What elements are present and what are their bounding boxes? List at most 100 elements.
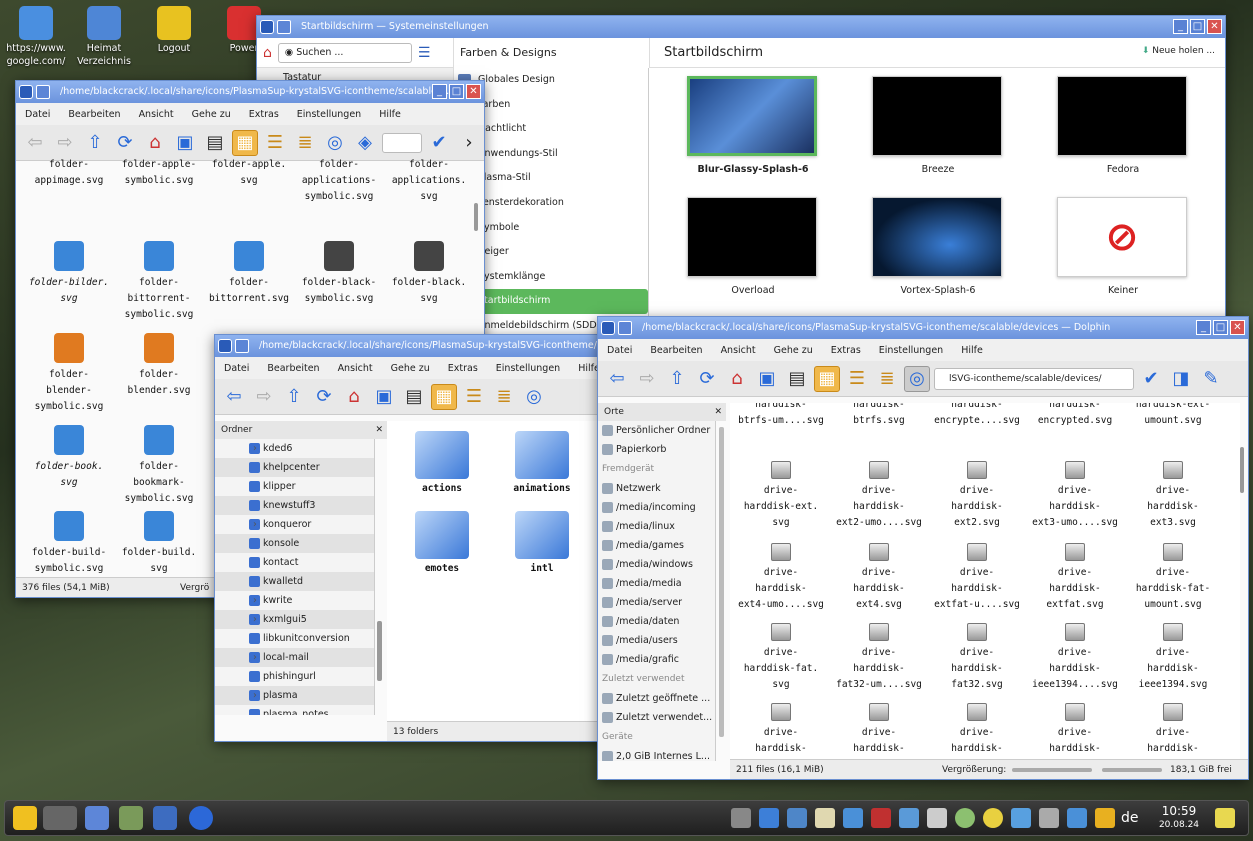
location-dropdown[interactable] <box>382 132 422 153</box>
minimize-button[interactable]: _ <box>1173 19 1188 34</box>
file-item[interactable]: drive- harddisk- ext2-umo....svg <box>834 457 924 531</box>
menu-item[interactable]: Ansicht <box>329 363 382 374</box>
theme-preview[interactable]: Overload <box>687 197 819 296</box>
file-item[interactable]: folder- blender.svg <box>114 333 204 399</box>
split-icon[interactable]: ◈ <box>352 130 378 156</box>
folder-item[interactable]: actions <box>397 431 487 497</box>
menu-item[interactable]: Extras <box>240 109 288 120</box>
usb-icon[interactable] <box>899 808 919 828</box>
settings-titlebar[interactable]: Startbildschirm — Systemeinstellungen _ □… <box>257 16 1225 38</box>
file-item[interactable]: harddisk-ext- umount.svg <box>1128 403 1218 429</box>
no-network-icon[interactable] <box>871 808 891 828</box>
more-icon[interactable]: › <box>456 130 482 156</box>
reload-icon[interactable]: ⟳ <box>311 384 337 410</box>
compact-view-icon[interactable]: ☰ <box>262 130 288 156</box>
details-view-icon[interactable]: ≣ <box>491 384 517 410</box>
check-icon[interactable]: ✔ <box>1138 366 1164 392</box>
file-item[interactable]: drive- harddisk- fat32.svg <box>932 619 1022 693</box>
expand-arrow-icon[interactable]: › <box>253 648 257 667</box>
input-method-icon[interactable] <box>1095 808 1115 828</box>
up-icon[interactable]: ⇧ <box>664 366 690 392</box>
theme-preview[interactable]: Blur-Glassy-Splash-6 <box>687 76 819 175</box>
places-item[interactable]: Zuletzt verwendet... <box>598 708 715 727</box>
back-icon[interactable]: ⇦ <box>22 130 48 156</box>
menu-item[interactable]: Datei <box>16 109 59 120</box>
reload-icon[interactable]: ⟳ <box>694 366 720 392</box>
menu-item[interactable]: Ansicht <box>130 109 183 120</box>
file-item[interactable]: folder-bilder. svg <box>24 241 114 307</box>
file-item[interactable]: folder- bookmark- symbolic.svg <box>114 425 204 507</box>
file-item[interactable]: drive- harddisk- extfat.svg <box>1030 539 1120 613</box>
file-item[interactable]: drive- harddisk- ieee1394.svg <box>1128 619 1218 693</box>
updates-icon[interactable] <box>955 808 975 828</box>
network-share-icon[interactable] <box>787 808 807 828</box>
file-item[interactable]: folder- applications- symbolic.svg <box>294 157 384 205</box>
compact-view-icon[interactable]: ☰ <box>461 384 487 410</box>
tree-scrollbar[interactable] <box>377 621 382 681</box>
menu-item[interactable]: Datei <box>598 345 641 356</box>
up-icon[interactable]: ⇧ <box>281 384 307 410</box>
file-item[interactable]: folder- bittorrent- symbolic.svg <box>114 241 204 323</box>
file-item[interactable]: harddisk- btrfs.svg <box>834 403 924 429</box>
dolphin-task-icon[interactable] <box>153 806 177 830</box>
file-item[interactable]: drive- harddisk- ext3.svg <box>1128 457 1218 531</box>
theme-thumbnail[interactable] <box>872 76 1002 156</box>
home-icon[interactable]: ⌂ <box>142 130 168 156</box>
places-item[interactable]: /media/windows <box>598 555 715 574</box>
check-icon[interactable]: ✔ <box>426 130 452 156</box>
places-item[interactable]: Persönlicher Ordner <box>598 421 715 440</box>
places-scrollbar[interactable] <box>719 427 724 737</box>
file-item[interactable]: drive- harddisk- extfat-u....svg <box>932 539 1022 613</box>
theme-thumbnail[interactable] <box>687 197 817 277</box>
reload-icon[interactable]: ⟳ <box>112 130 138 156</box>
search-input[interactable]: ◉ Suchen ... <box>277 42 412 63</box>
volume-icon[interactable] <box>1039 808 1059 828</box>
pin-icon[interactable] <box>618 321 632 335</box>
window-menu-icon[interactable] <box>19 85 33 99</box>
menu-item[interactable]: Gehe zu <box>183 109 240 120</box>
places-item[interactable]: /media/media <box>598 574 715 593</box>
places-item[interactable]: Papierkorb <box>598 440 715 459</box>
pin-icon[interactable] <box>36 85 50 99</box>
tree-item[interactable]: khelpcenter <box>215 458 374 477</box>
home-icon[interactable]: ⌂ <box>263 45 272 61</box>
file-item[interactable]: drive- harddisk- symbolic.svg <box>1128 699 1218 761</box>
tree-item[interactable]: › kwrite <box>215 591 374 610</box>
menu-item[interactable]: Einstellungen <box>870 345 952 356</box>
expand-arrow-icon[interactable]: › <box>253 439 257 458</box>
expand-arrow-icon[interactable]: › <box>253 686 257 705</box>
battery-icon[interactable] <box>1011 808 1031 828</box>
tools-icon[interactable]: ✎ <box>1198 366 1224 392</box>
file-item[interactable]: folder- appimage.svg <box>24 157 114 189</box>
terminal-icon[interactable]: ▤ <box>401 384 427 410</box>
file-item[interactable]: drive- harddisk-fat- umount.svg <box>1128 539 1218 613</box>
maximize-button[interactable]: □ <box>449 84 464 99</box>
theme-thumbnail[interactable]: ⊘ <box>1057 197 1187 277</box>
theme-thumbnail[interactable] <box>872 197 1002 277</box>
close-panel-icon[interactable]: ✕ <box>714 403 722 421</box>
close-button[interactable]: ✕ <box>466 84 481 99</box>
places-item[interactable]: /media/grafic <box>598 650 715 669</box>
display-icon[interactable] <box>843 808 863 828</box>
file-item[interactable]: drive- harddisk-ext. svg <box>736 457 826 531</box>
zoom-slider[interactable] <box>1012 768 1092 772</box>
file-item[interactable]: drive- harddisk- ext2.svg <box>932 457 1022 531</box>
file-item[interactable]: drive- harddisk- ntfs-umo....svg <box>736 699 826 761</box>
compass-icon[interactable]: ◎ <box>904 365 930 392</box>
home-icon[interactable]: ⌂ <box>724 366 750 392</box>
tree-item[interactable]: › plasma <box>215 686 374 705</box>
file-item[interactable]: folder-build. svg <box>114 511 204 577</box>
menu-item[interactable]: Bearbeiten <box>258 363 328 374</box>
places-item[interactable]: 2,0 GiB Internes L... <box>598 747 715 761</box>
forward-icon[interactable]: ⇨ <box>251 384 277 410</box>
menu-item[interactable]: Bearbeiten <box>641 345 711 356</box>
hamburger-menu-icon[interactable]: ☰ <box>418 45 431 61</box>
close-button[interactable]: ✕ <box>1207 19 1222 34</box>
file-item[interactable]: drive- harddisk- fat32-um....svg <box>834 619 924 693</box>
tree-item[interactable]: phishingurl <box>215 667 374 686</box>
file-item[interactable]: drive- harddisk- ntfs.svg <box>834 699 924 761</box>
theme-preview[interactable]: Fedora <box>1057 76 1189 175</box>
file-item[interactable]: harddisk- btrfs-um....svg <box>736 403 826 429</box>
dolphin2-titlebar[interactable]: /home/blackcrack/.local/share/icons/Plas… <box>215 335 613 357</box>
forward-icon[interactable]: ⇨ <box>634 366 660 392</box>
